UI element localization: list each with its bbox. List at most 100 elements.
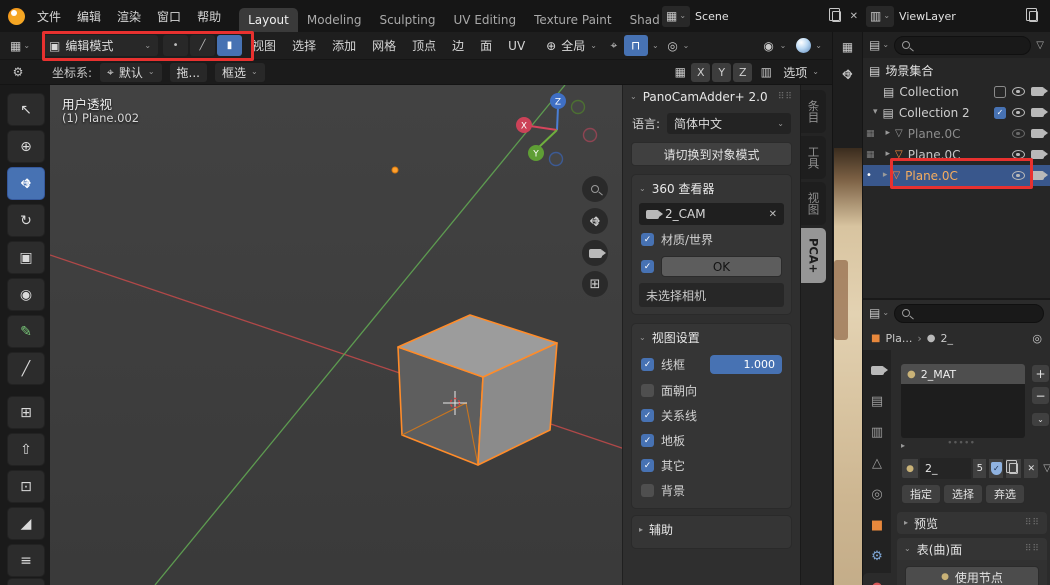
plane-row-hidden[interactable]: ▦ ▸ ▽ Plane.0C xyxy=(863,123,1050,144)
expand-icon[interactable]: ▸ xyxy=(883,171,888,180)
material-slot-row[interactable]: ● 2_MAT xyxy=(901,364,1025,384)
browse-material-button[interactable]: ● xyxy=(901,458,919,479)
deselect-button[interactable]: 弃选 xyxy=(985,484,1025,504)
vertex-select-button[interactable]: • xyxy=(163,35,188,56)
scene-collection-row[interactable]: ▤ 场景集合 xyxy=(863,60,1050,81)
ok-button[interactable]: OK xyxy=(661,256,782,277)
measure-tool[interactable]: ╱ xyxy=(7,352,45,385)
menu-uv[interactable]: UV xyxy=(500,36,533,56)
properties-search-input[interactable] xyxy=(915,307,1036,320)
auxiliary-header[interactable]: ▸ 辅助 xyxy=(632,516,791,543)
floor-checkbox[interactable]: ✓ xyxy=(641,434,654,447)
collection-row[interactable]: ▤ Collection xyxy=(863,81,1050,102)
new-material-button[interactable] xyxy=(1005,458,1022,479)
drag-action-select[interactable]: 拖... xyxy=(170,63,207,82)
menu-add[interactable]: 添加 xyxy=(324,34,364,57)
face-select-button[interactable]: ▮ xyxy=(217,35,242,56)
outliner-editor-type-button[interactable]: ▤ ⌄ xyxy=(869,38,889,52)
clear-camera-icon[interactable]: ✕ xyxy=(769,209,777,220)
snap-toggle-button[interactable]: ⊔ xyxy=(624,35,648,56)
active-tool-icon[interactable]: ⚙ xyxy=(8,65,28,79)
mode-select[interactable]: ▣ 编辑模式 ⌄ xyxy=(42,35,158,56)
move-tool[interactable]: ↔↔ xyxy=(7,167,45,200)
select-mode-select[interactable]: 框选 ⌄ xyxy=(215,63,265,82)
edge-select-button[interactable]: ╱ xyxy=(190,35,215,56)
remove-slot-button[interactable]: − xyxy=(1031,386,1050,405)
users-count-button[interactable]: 5 xyxy=(972,458,987,479)
overlays-button[interactable]: ◉ xyxy=(758,39,780,53)
menu-view[interactable]: 视图 xyxy=(244,34,284,57)
wireframe-slider[interactable]: 1.000 xyxy=(710,355,782,374)
add-cube-tool[interactable]: ⊞ xyxy=(7,396,45,429)
surface-panel-header[interactable]: ⌄ 表(曲)面 ⠿⠿ xyxy=(897,538,1047,560)
sliver-editor-type-button[interactable]: ▦ xyxy=(833,40,862,54)
resize-grip-icon[interactable]: ∙∙∙∙∙ xyxy=(947,438,975,448)
menu-render[interactable]: 渲染 xyxy=(109,5,149,28)
render-camera-icon[interactable] xyxy=(1031,150,1044,159)
expand-icon[interactable]: ▸ xyxy=(886,150,891,159)
editor-type-button[interactable]: ▦ ⌄ xyxy=(6,35,34,56)
loop-cut-tool[interactable]: ≡ xyxy=(7,544,45,577)
transform-orientation-select[interactable]: ⊕ 全局 ⌄ xyxy=(539,35,604,56)
breadcrumb-object[interactable]: Pla... xyxy=(885,332,912,345)
collection2-row[interactable]: ▾ ▤ Collection 2 ✓ xyxy=(863,102,1050,123)
snap-target-button[interactable]: ⌖ xyxy=(604,38,624,53)
proportional-edit-button[interactable]: ◎ xyxy=(663,39,683,53)
menu-file[interactable]: 文件 xyxy=(29,5,69,28)
tab-modeling[interactable]: Modeling xyxy=(298,8,371,32)
sidebar-tab-item[interactable]: 条目 xyxy=(801,90,826,133)
switch-object-mode-button[interactable]: 请切换到对象模式 xyxy=(631,142,792,166)
perspective-toggle-button[interactable]: ⊞ xyxy=(582,271,608,297)
face-orientation-checkbox[interactable] xyxy=(641,384,654,397)
menu-select[interactable]: 选择 xyxy=(284,34,324,57)
extrude-tool[interactable]: ⇧ xyxy=(7,433,45,466)
menu-help[interactable]: 帮助 xyxy=(189,5,229,28)
menu-mesh[interactable]: 网格 xyxy=(364,34,404,57)
rotate-tool[interactable]: ↻ xyxy=(7,204,45,237)
scene-browse-button[interactable]: ▦ ⌄ xyxy=(662,6,690,27)
inset-faces-tool[interactable]: ⊡ xyxy=(7,470,45,503)
world-tab[interactable]: ◎ xyxy=(863,480,891,508)
viewlayer-name[interactable]: ViewLayer xyxy=(899,10,956,23)
fake-user-button[interactable]: ✓ xyxy=(988,458,1004,479)
assign-button[interactable]: 指定 xyxy=(901,484,941,504)
outliner-search-input[interactable] xyxy=(915,39,1023,52)
outliner-search[interactable] xyxy=(894,36,1031,55)
scale-tool[interactable]: ▣ xyxy=(7,241,45,274)
pin-icon[interactable]: ◎ xyxy=(1032,332,1042,345)
material-slot-list[interactable]: ● 2_MAT xyxy=(901,364,1025,438)
coord-system-select[interactable]: ⌖ 默认 ⌄ xyxy=(100,63,161,82)
render-camera-icon[interactable] xyxy=(1031,108,1044,117)
scene-name[interactable]: Scene xyxy=(695,10,729,23)
material-tab[interactable]: ● xyxy=(863,573,891,585)
wireframe-checkbox[interactable]: ✓ xyxy=(641,358,654,371)
tab-shading[interactable]: Shading xyxy=(621,8,660,32)
npanel-header[interactable]: ⌄ PanoCamAdder+ 2.0 ⠿⠿ xyxy=(623,85,800,109)
view-settings-header[interactable]: ⌄ 视图设置 xyxy=(632,324,791,351)
eye-icon[interactable] xyxy=(1012,150,1025,159)
render-camera-icon[interactable] xyxy=(1031,87,1044,96)
expand-icon[interactable]: ▸ xyxy=(901,442,905,450)
annotate-tool[interactable]: ✎ xyxy=(7,315,45,348)
select-box-tool[interactable]: ↖ xyxy=(7,93,45,126)
scene-tab[interactable]: △ xyxy=(863,449,891,477)
no-camera-field[interactable]: 未选择相机 xyxy=(639,283,784,307)
camera-view-button[interactable] xyxy=(582,240,608,266)
exclude-checkbox[interactable]: ✓ xyxy=(994,107,1006,119)
eye-icon[interactable] xyxy=(1012,87,1025,96)
sidebar-tab-view[interactable]: 视图 xyxy=(801,182,826,225)
menu-window[interactable]: 窗口 xyxy=(149,5,189,28)
expand-icon[interactable]: ▸ xyxy=(886,129,891,138)
eye-closed-icon[interactable] xyxy=(1012,129,1025,138)
output-tab[interactable]: ▤ xyxy=(863,387,891,415)
render-camera-icon[interactable] xyxy=(1031,171,1044,180)
tab-texture-paint[interactable]: Texture Paint xyxy=(525,8,620,32)
menu-edge[interactable]: 边 xyxy=(444,34,472,57)
eye-icon[interactable] xyxy=(1012,171,1025,180)
cursor-tool[interactable]: ⊕ xyxy=(7,130,45,163)
language-select[interactable]: 简体中文 ⌄ xyxy=(667,113,791,134)
mirror-y-button[interactable]: Y xyxy=(712,63,731,82)
plane-row-selected[interactable]: • ▸ ▽ Plane.0C xyxy=(863,165,1050,186)
mirror-x-button[interactable]: X xyxy=(691,63,710,82)
preview-panel-header[interactable]: ▸ 预览 ⠿⠿ xyxy=(897,512,1047,534)
